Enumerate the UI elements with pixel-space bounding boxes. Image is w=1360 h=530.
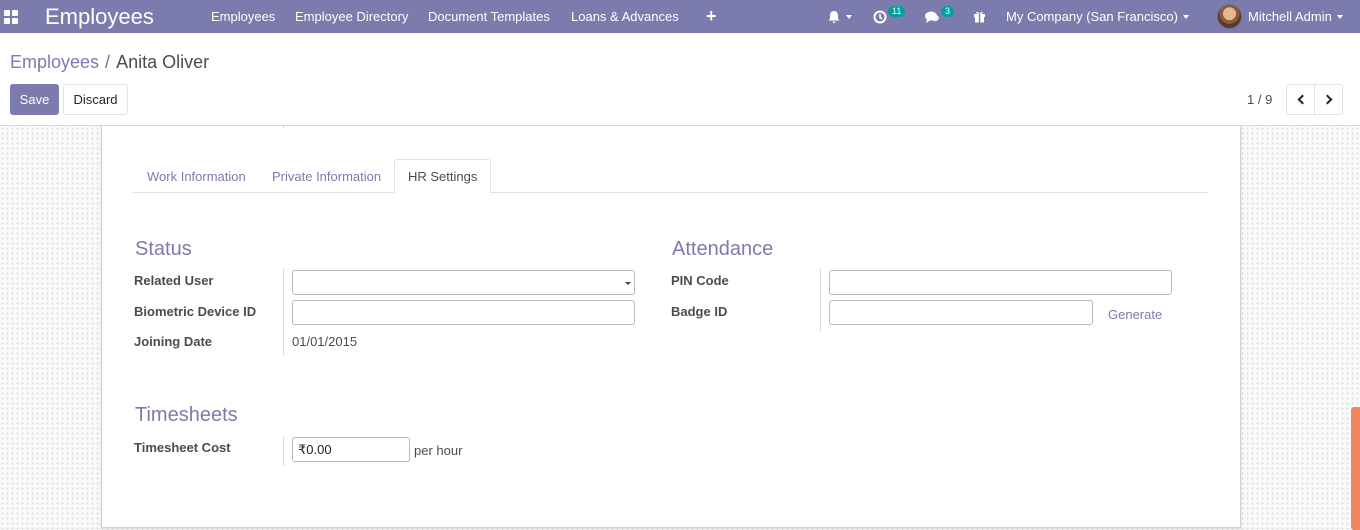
related-user-select[interactable] <box>292 270 635 295</box>
joining-date-label: Joining Date <box>134 334 213 349</box>
pager-next-button[interactable] <box>1314 84 1343 115</box>
breadcrumb: Employees / Anita Oliver <box>10 52 209 73</box>
tab-work-information[interactable]: Work Information <box>134 159 259 193</box>
page-scrollbar[interactable] <box>1351 407 1360 530</box>
user-name: Mitchell Admin <box>1248 9 1332 24</box>
attendance-divider <box>820 269 821 331</box>
badge-id-input[interactable] <box>829 300 1093 325</box>
messages-menu[interactable]: 3 <box>924 0 955 33</box>
related-user-label: Related User <box>134 273 214 288</box>
chevron-right-icon <box>1322 94 1332 105</box>
menu-item-employee-directory[interactable]: Employee Directory <box>295 0 408 33</box>
chevron-down-icon <box>846 14 852 19</box>
timesheets-divider <box>283 436 284 466</box>
menu-item-employees[interactable]: Employees <box>211 0 275 33</box>
joining-date-value[interactable]: 01/01/2015 <box>292 334 357 349</box>
pin-code-label: PIN Code <box>671 273 729 288</box>
gift-icon <box>974 11 985 23</box>
tab-private-information[interactable]: Private Information <box>259 159 394 193</box>
generate-badge-button[interactable]: Generate <box>1108 307 1162 322</box>
apps-menu-icon[interactable] <box>4 0 20 33</box>
company-name: My Company (San Francisco) <box>1006 9 1178 24</box>
save-button[interactable]: Save <box>10 84 59 115</box>
top-navbar: Employees Employees Employee Directory D… <box>0 0 1360 33</box>
timesheet-cost-label: Timesheet Cost <box>134 440 231 455</box>
breadcrumb-separator: / <box>105 52 111 72</box>
field-divider <box>283 126 284 128</box>
menu-item-document-templates[interactable]: Document Templates <box>428 0 550 33</box>
timesheet-cost-unit: per hour <box>414 443 463 458</box>
timesheet-cost-input[interactable] <box>292 437 410 462</box>
biometric-device-id-label: Biometric Device ID <box>134 304 257 319</box>
biometric-device-id-input[interactable] <box>292 300 635 325</box>
activity-count-badge: 11 <box>888 6 906 17</box>
status-divider <box>283 269 284 355</box>
chat-icon <box>925 11 939 23</box>
timesheets-section-title: Timesheets <box>135 404 238 426</box>
discard-button[interactable]: Discard <box>63 84 128 115</box>
bell-icon <box>828 10 840 23</box>
breadcrumb-current: Anita Oliver <box>116 52 210 72</box>
add-menu-icon[interactable]: + <box>706 0 717 33</box>
attendance-section-title: Attendance <box>672 238 774 260</box>
avatar <box>1217 4 1242 29</box>
message-count-badge: 3 <box>941 6 955 17</box>
user-menu[interactable]: Mitchell Admin <box>1217 0 1343 33</box>
menu-item-loans-advances[interactable]: Loans & Advances <box>571 0 679 33</box>
pin-code-input[interactable] <box>829 270 1172 295</box>
chevron-down-icon <box>1336 14 1343 19</box>
app-brand[interactable]: Employees <box>45 0 154 33</box>
chevron-left-icon <box>1297 94 1307 105</box>
gift-menu[interactable] <box>973 0 986 33</box>
chevron-down-icon <box>625 282 631 285</box>
breadcrumb-parent[interactable]: Employees <box>10 52 99 72</box>
clock-icon <box>873 10 887 23</box>
tab-hr-settings[interactable]: HR Settings <box>394 159 492 193</box>
status-section-title: Status <box>135 238 192 260</box>
notifications-menu[interactable] <box>827 0 852 33</box>
badge-id-label: Badge ID <box>671 304 728 319</box>
company-switcher[interactable]: My Company (San Francisco) <box>1006 0 1189 33</box>
pager-previous-button[interactable] <box>1286 84 1315 115</box>
chevron-down-icon <box>1182 14 1189 19</box>
pager-value: 1 / 9 <box>1247 92 1273 107</box>
activities-menu[interactable]: 11 <box>873 0 906 33</box>
